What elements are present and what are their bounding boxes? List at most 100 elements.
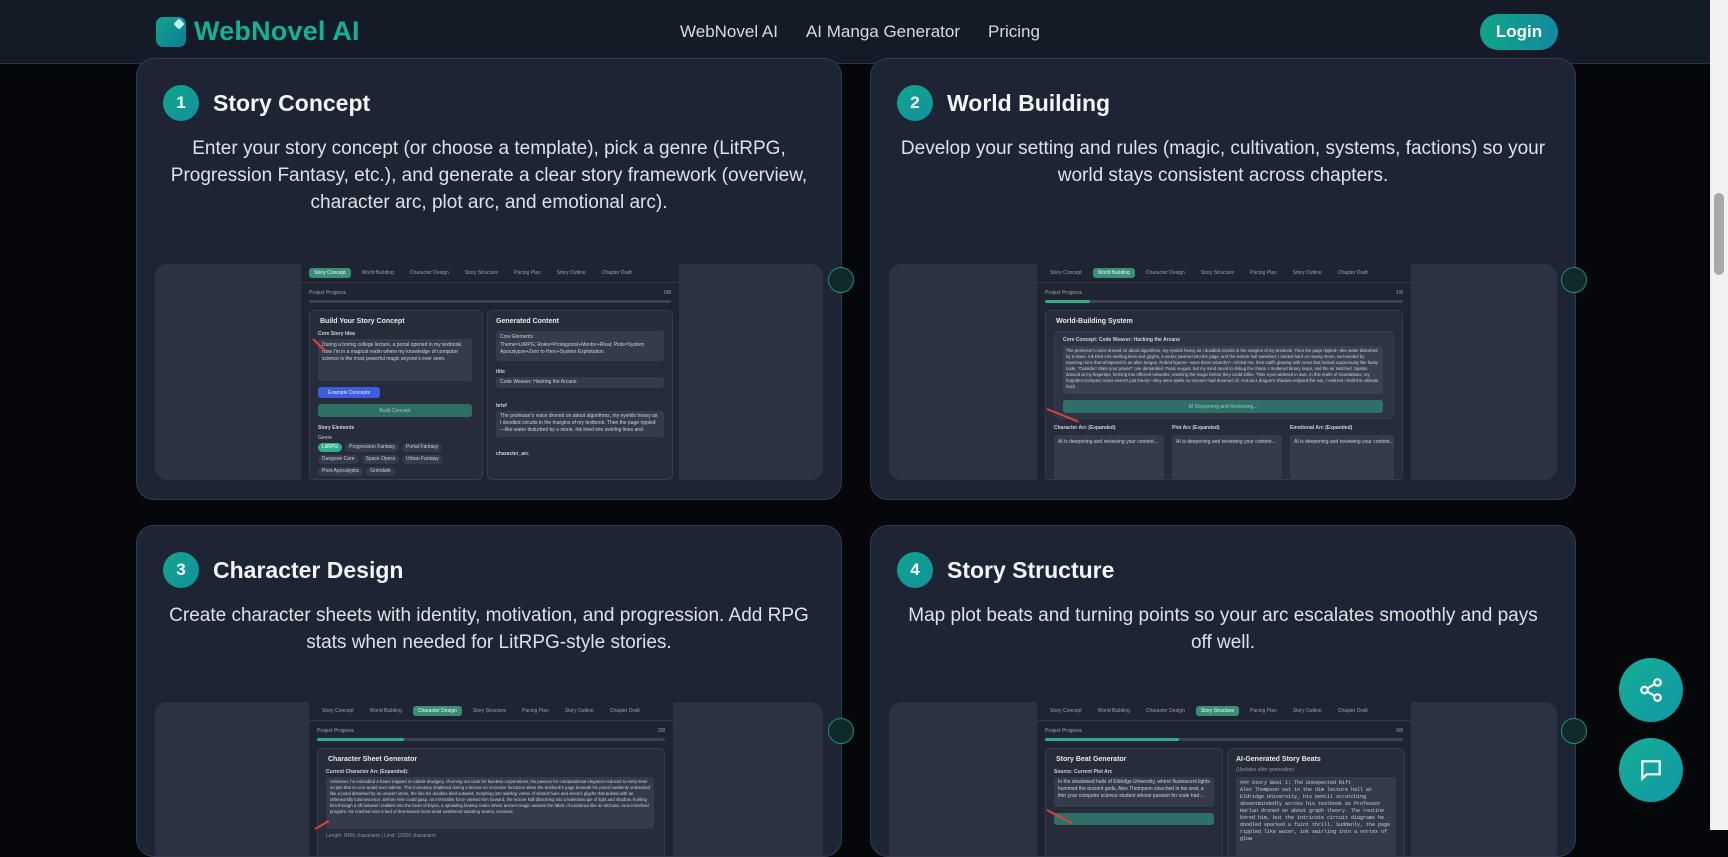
card-description: Map plot beats and turning points so you… (908, 605, 1538, 653)
preview-progress-label: Project Progress 3/8 (1045, 728, 1403, 734)
step-card-character-design: 3 Character Design Create character shee… (136, 525, 842, 857)
card-description: Enter your story concept (or choose a te… (170, 138, 808, 213)
carousel-next-icon[interactable] (828, 267, 854, 293)
preview-progress-label: Project Progress 2/8 (317, 728, 665, 734)
preview-screenshot: Story Concept World Building Character D… (889, 702, 1557, 856)
core-elements-text: Theme=LitRPG; Roles=Protagonist+Mentor+R… (500, 342, 645, 355)
story-beat-panel: Story Beat Generator Source: Current Plo… (1045, 748, 1223, 856)
card-header: 1 Story Concept (163, 85, 370, 121)
build-concept-button: Build Concept (318, 404, 472, 417)
share-button[interactable] (1619, 658, 1683, 722)
core-concept-box: Core Concept: Code Weaver: Hacking the A… (1054, 331, 1394, 419)
preview-tab: Pacing Plan (522, 708, 549, 714)
preview-tab: Chapter Draft (609, 708, 640, 714)
genre-chip: Progression Fantasy (345, 443, 399, 452)
carousel-next-icon[interactable] (1561, 718, 1587, 744)
carousel-next-icon[interactable] (1561, 267, 1587, 293)
character-sheet-panel: Character Sheet Generator Current Charac… (317, 748, 665, 856)
brand-logo[interactable]: WebNovel AI (156, 16, 360, 47)
preview-tab: World Building (361, 270, 394, 276)
generated-title: Generated Content (496, 318, 560, 325)
preview-app-window: Story Concept World Building Character D… (1037, 264, 1411, 480)
card-description: Create character sheets with identity, m… (169, 605, 809, 653)
preview-app-window: Story Concept World Building Character D… (301, 264, 679, 480)
scrollbar-thumb[interactable] (1714, 193, 1724, 275)
preview-tab: Story Concept (309, 268, 351, 278)
chat-icon (1641, 760, 1661, 782)
genre-chip: Urban Fantasy (402, 455, 443, 464)
column-text: AI is deepening and reviewing your conte… (1176, 439, 1276, 445)
card-header: 4 Story Structure (897, 552, 1114, 588)
share-icon (1640, 678, 1662, 702)
genre-chip: Post-Apocalyptic (318, 467, 364, 476)
scrollbar-track[interactable] (1710, 0, 1728, 830)
nav-link-webnovel-ai[interactable]: WebNovel AI (680, 22, 778, 42)
preview-tab: Story Outline (1292, 708, 1322, 714)
preview-progress-bar (1045, 738, 1403, 741)
preview-tab: Character Design (409, 270, 449, 276)
preview-tab: Story Concept (1050, 708, 1082, 714)
preview-progress-label: Project Progress 0/8 (309, 290, 671, 296)
genre-chip: LitRPG (318, 443, 343, 452)
example-concepts-button: Example Concepts (318, 387, 380, 398)
top-navbar: WebNovel AI WebNovel AI AI Manga Generat… (0, 0, 1710, 64)
progress-count: 1/8 (1396, 290, 1403, 296)
nav-link-pricing[interactable]: Pricing (988, 22, 1040, 42)
preview-tab: World Building (1092, 268, 1135, 278)
column-text: AI is deepening and reviewing your conte… (1294, 439, 1394, 445)
preview-progress-bar (317, 738, 665, 741)
ai-deepening-button: AI Deepening and Reviewing... (1063, 400, 1383, 413)
elements-label: Story Elements (318, 425, 355, 431)
preview-tab: Chapter Draft (1337, 708, 1368, 714)
genre-chip: Grimdark (366, 467, 395, 476)
preview-tab: Pacing Plan (1250, 270, 1277, 276)
generated-beats-panel: AI-Generated Story Beats (Updates after … (1227, 748, 1405, 856)
preview-tab: World Building (369, 708, 402, 714)
step-number-badge: 1 (163, 85, 199, 121)
arc-label: character_arc (496, 451, 529, 457)
core-text: During a boring college lecture, a porta… (322, 342, 463, 362)
login-button[interactable]: Login (1480, 14, 1558, 50)
carousel-next-icon[interactable] (828, 718, 854, 744)
generated-title: AI-Generated Story Beats (1236, 756, 1321, 763)
preview-tabs: Story Concept World Building Character D… (301, 264, 679, 283)
column-title: Plot Arc (Expanded) (1172, 425, 1220, 431)
progress-label: Project Progress (309, 290, 346, 296)
chat-button[interactable] (1619, 738, 1683, 802)
progress-label: Project Progress (317, 728, 354, 734)
panel-title: Character Sheet Generator (328, 756, 418, 763)
preview-tab: Story Concept (322, 708, 354, 714)
card-title: Story Concept (213, 89, 371, 116)
length-footer: Length: 8456 characters | Limit: 10000 c… (326, 833, 436, 839)
preview-right-panel: Generated Content Core Elements Theme=Li… (487, 310, 673, 480)
preview-screenshot: Story Concept World Building Character D… (889, 264, 1557, 480)
progress-label: Project Progress (1045, 728, 1082, 734)
preview-tabs: Story Concept World Building Character D… (1037, 702, 1411, 721)
preview-tab: Story Structure (1195, 706, 1240, 716)
genre-chips: LitRPG Progression Fantasy Portal Fantas… (318, 443, 478, 476)
brief-label: brief (496, 403, 507, 409)
preview-tab: World Building (1097, 708, 1130, 714)
preview-tab: Pacing Plan (1250, 708, 1277, 714)
preview-progress-label: Project Progress 1/8 (1045, 290, 1403, 296)
preview-tab: Character Design (1145, 270, 1185, 276)
card-title: World Building (947, 89, 1111, 116)
core-elements-label: Core Elements (500, 334, 534, 340)
preview-tab: Character Design (1145, 708, 1185, 714)
step-number-badge: 2 (897, 85, 933, 121)
preview-tab: Story Concept (1050, 270, 1082, 276)
column-title: Emotional Arc (Expanded) (1290, 425, 1353, 431)
preview-tabs: Story Concept World Building Character D… (309, 702, 673, 721)
preview-tab: Chapter Draft (1337, 270, 1368, 276)
nav-link-ai-manga-generator[interactable]: AI Manga Generator (806, 22, 960, 42)
preview-progress-bar (1045, 300, 1403, 303)
generate-beats-button (1054, 813, 1214, 825)
step-card-world-building: 2 World Building Develop your setting an… (870, 58, 1576, 500)
card-title: Story Structure (947, 556, 1115, 583)
preview-tab: Character Design (412, 706, 462, 716)
panel-title: World-Building System (1056, 318, 1133, 325)
progress-fill (317, 738, 404, 741)
card-description: Develop your setting and rules (magic, c… (900, 138, 1546, 186)
world-building-panel: World-Building System Core Concept: Code… (1045, 310, 1403, 480)
preview-app-window: Story Concept World Building Character D… (309, 702, 673, 856)
